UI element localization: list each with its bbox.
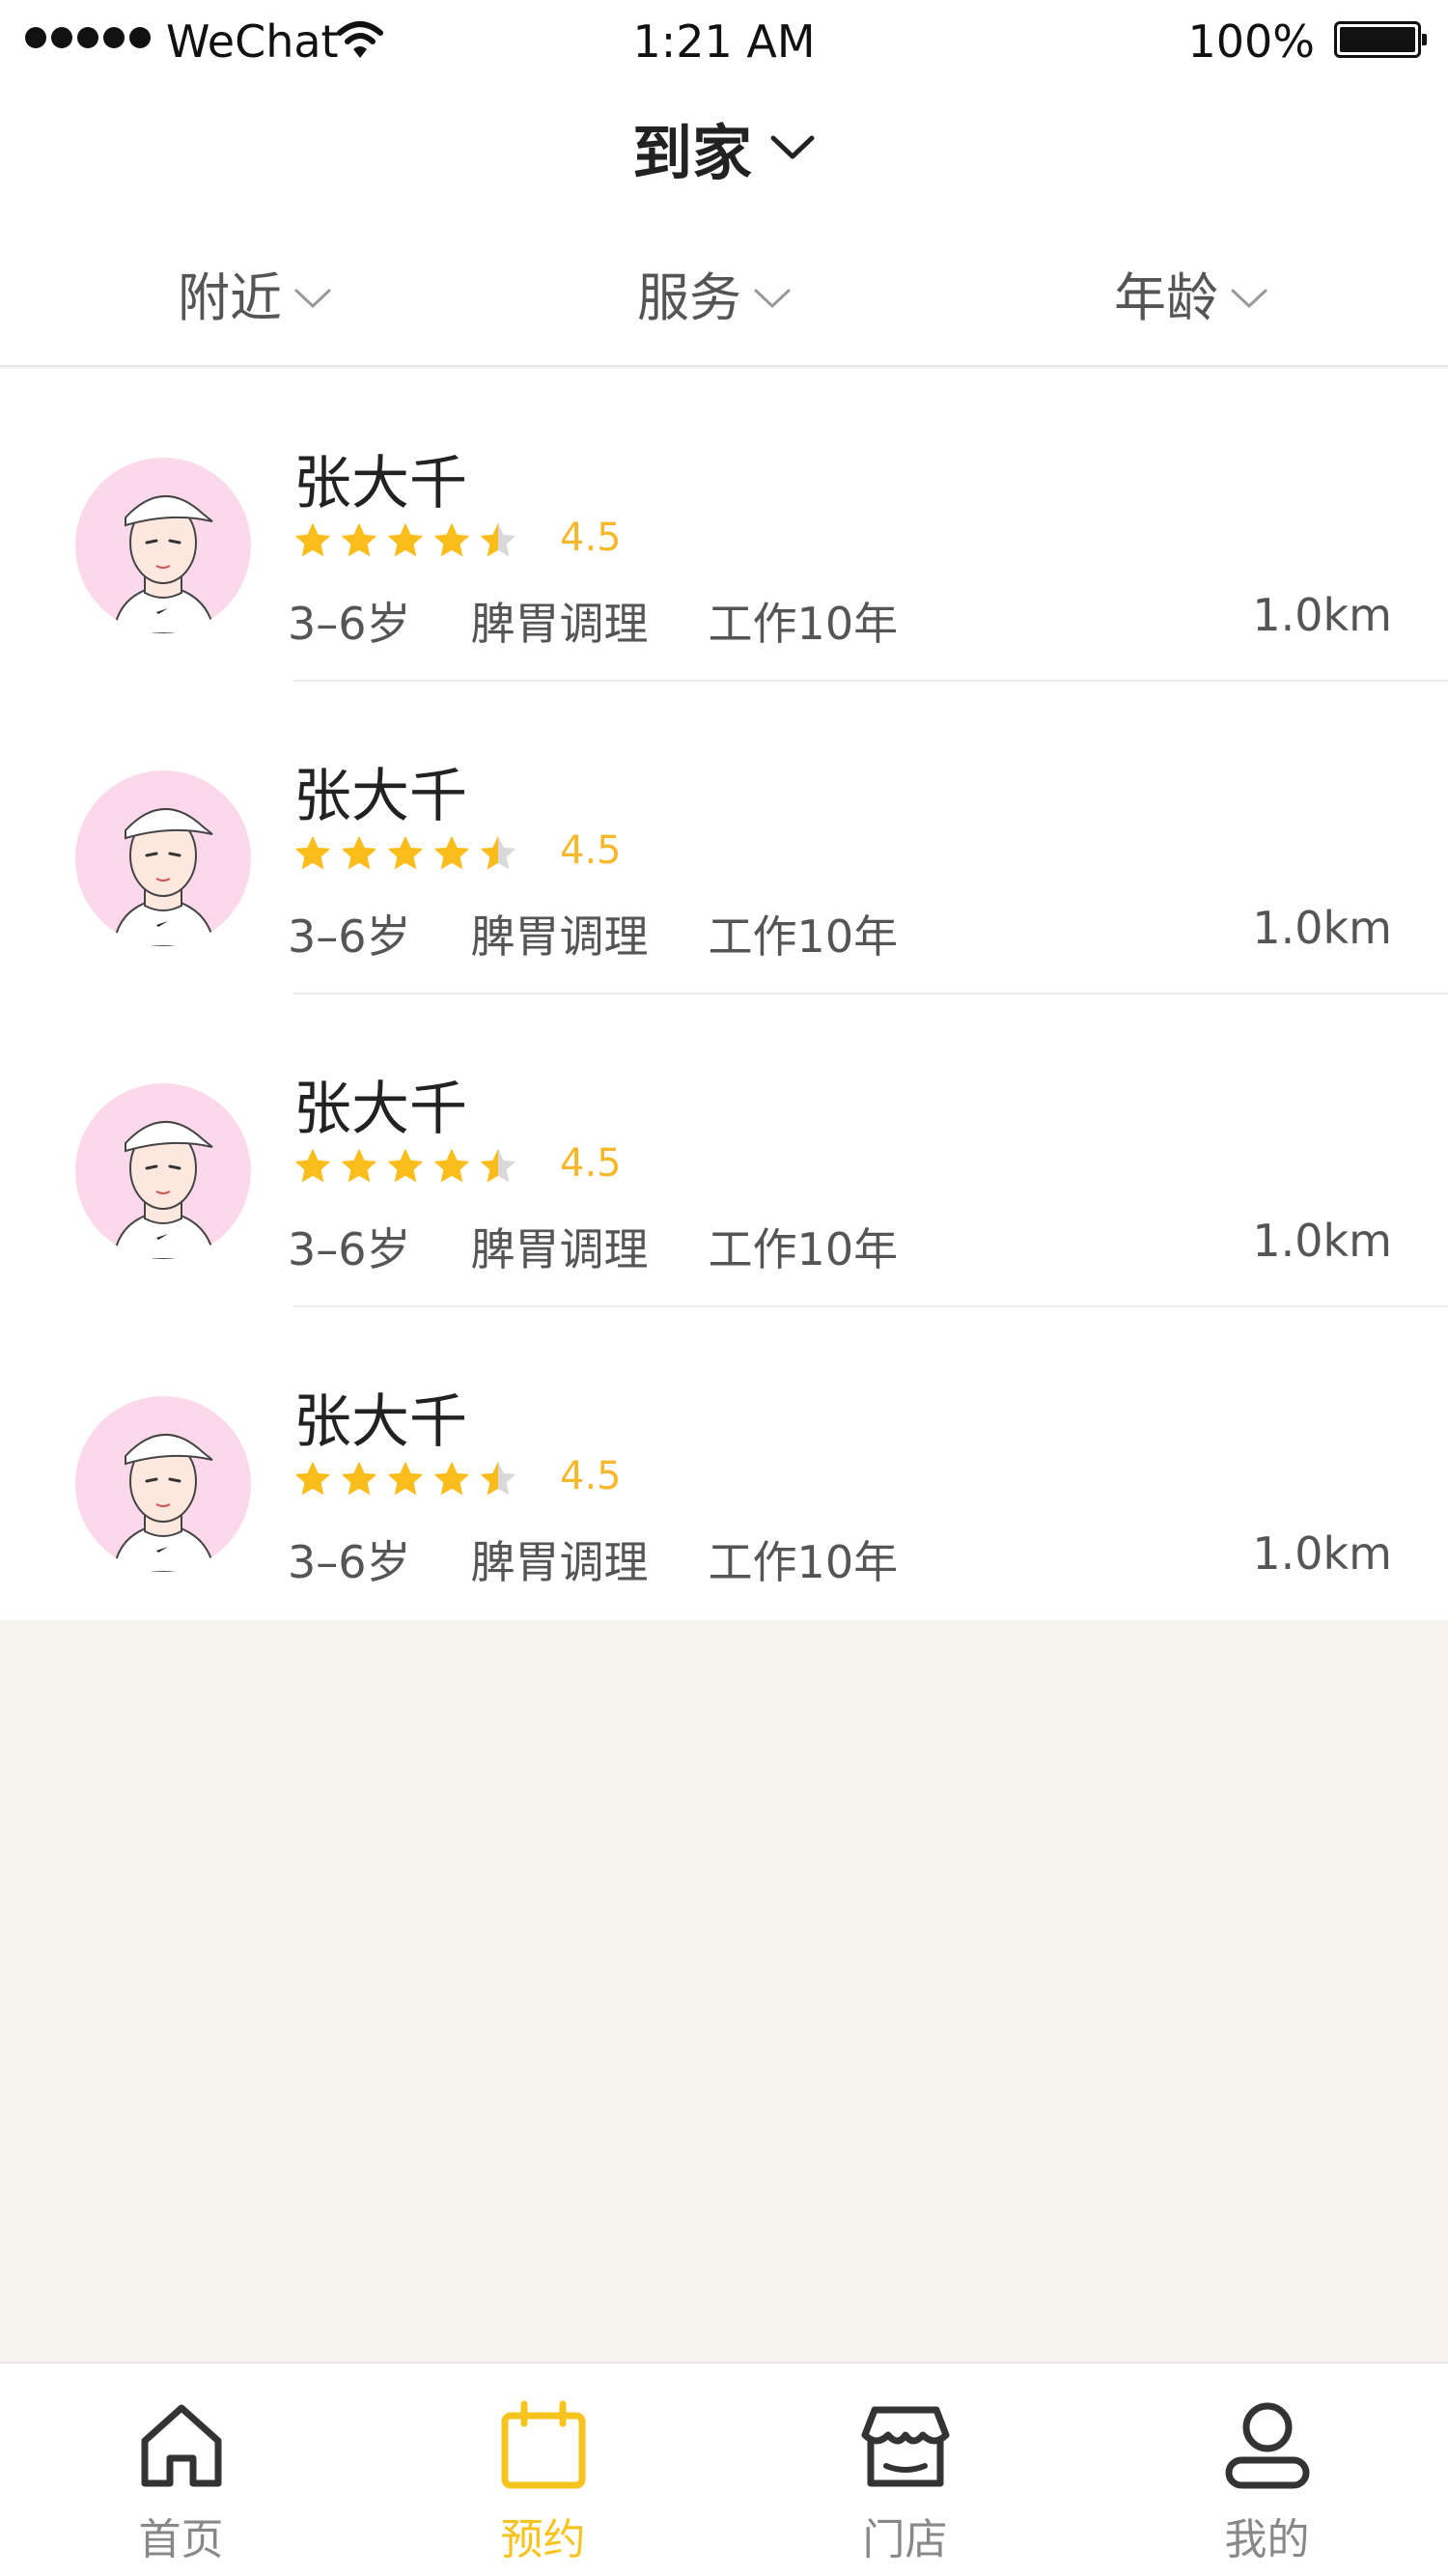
- chevron-down-icon: [1231, 289, 1267, 308]
- therapist-name: 张大千: [293, 763, 467, 830]
- calendar-icon: [501, 2400, 585, 2489]
- tab-label: 首页: [138, 2515, 224, 2564]
- work-experience: 工作10年: [708, 1223, 899, 1275]
- list-item[interactable]: 张大千 4.5 3–6岁 脾胃调理 工作10年 1.0km: [0, 682, 1448, 994]
- page-title: 到家: [631, 118, 752, 188]
- tab-label: 门店: [862, 2515, 948, 2564]
- star-rating: [292, 519, 519, 562]
- service-type: 脾胃调理: [470, 910, 649, 963]
- distance: 1.0km: [1252, 902, 1392, 954]
- star-icon: [387, 522, 424, 557]
- filter-nearby[interactable]: 附近: [178, 255, 332, 331]
- chevron-down-icon: [754, 289, 791, 308]
- rating-score: 4.5: [560, 828, 622, 873]
- star-icon: [433, 1461, 470, 1496]
- star-icon: [341, 1148, 377, 1183]
- star-icon: [294, 1148, 331, 1183]
- star-icon: [433, 522, 470, 557]
- chevron-down-icon: [294, 289, 331, 308]
- avatar-illustration: [112, 1120, 216, 1259]
- home-icon: [141, 2404, 221, 2487]
- star-icon: [387, 1148, 424, 1183]
- star-rating: [292, 1458, 519, 1500]
- star-rating: [292, 832, 519, 875]
- filter-label: 服务: [637, 267, 741, 328]
- therapist-meta: 3–6岁 脾胃调理 工作10年: [288, 902, 958, 966]
- filter-bar: 附近 服务 年龄: [0, 212, 1448, 367]
- work-experience: 工作10年: [708, 598, 899, 650]
- status-bar: WeChat 1:21 AM 100%: [0, 0, 1448, 87]
- filter-age[interactable]: 年龄: [1114, 255, 1268, 331]
- work-experience: 工作10年: [708, 910, 899, 963]
- star-icon: [433, 835, 470, 870]
- filter-label: 年龄: [1114, 267, 1218, 328]
- star-icon: [294, 835, 331, 870]
- service-type: 脾胃调理: [470, 598, 649, 650]
- tab-store[interactable]: 门店: [724, 2364, 1086, 2576]
- tab-home[interactable]: 首页: [0, 2364, 362, 2576]
- therapist-list: 张大千 4.5 3–6岁 脾胃调理 工作10年 1.0km 张大千 4.5 3–…: [0, 369, 1448, 1620]
- star-icon: [387, 835, 424, 870]
- user-icon: [1225, 2402, 1309, 2489]
- star-icon: [433, 1148, 470, 1183]
- list-item[interactable]: 张大千 4.5 3–6岁 脾胃调理 工作10年 1.0km: [0, 1307, 1448, 1620]
- filter-service[interactable]: 服务: [637, 255, 792, 331]
- star-rating: [292, 1145, 519, 1188]
- star-icon: [294, 1461, 331, 1496]
- work-experience: 工作10年: [708, 1536, 899, 1588]
- rating-score: 4.5: [560, 1141, 622, 1186]
- age-range: 3–6岁: [288, 1223, 411, 1275]
- distance: 1.0km: [1252, 589, 1392, 641]
- store-icon: [861, 2406, 949, 2487]
- avatar: [75, 1083, 251, 1259]
- avatar-illustration: [112, 494, 216, 633]
- therapist-name: 张大千: [293, 450, 467, 518]
- avatar: [75, 458, 251, 633]
- therapist-meta: 3–6岁 脾胃调理 工作10年: [288, 1215, 958, 1278]
- age-range: 3–6岁: [288, 598, 411, 650]
- age-range: 3–6岁: [288, 1536, 411, 1588]
- distance: 1.0km: [1252, 1215, 1392, 1267]
- list-item[interactable]: 张大千 4.5 3–6岁 脾胃调理 工作10年 1.0km: [0, 369, 1448, 682]
- distance: 1.0km: [1252, 1527, 1392, 1580]
- tab-profile[interactable]: 我的: [1086, 2364, 1448, 2576]
- half-star-icon: [480, 522, 516, 557]
- star-icon: [294, 522, 331, 557]
- rating-score: 4.5: [560, 1454, 622, 1498]
- battery-icon: [1334, 21, 1427, 58]
- star-icon: [341, 835, 377, 870]
- app-screen: WeChat 1:21 AM 100% 到家 附近 服务 年龄 张大千 4.5 …: [0, 0, 1448, 2576]
- tab-appointment[interactable]: 预约: [362, 2364, 724, 2576]
- avatar-illustration: [112, 807, 216, 946]
- list-item[interactable]: 张大千 4.5 3–6岁 脾胃调理 工作10年 1.0km: [0, 994, 1448, 1307]
- therapist-name: 张大千: [293, 1076, 467, 1143]
- therapist-meta: 3–6岁 脾胃调理 工作10年: [288, 1527, 958, 1591]
- avatar: [75, 770, 251, 946]
- service-type: 脾胃调理: [470, 1536, 649, 1588]
- therapist-meta: 3–6岁 脾胃调理 工作10年: [288, 589, 958, 653]
- chevron-down-icon: [770, 135, 815, 159]
- star-icon: [387, 1461, 424, 1496]
- age-range: 3–6岁: [288, 910, 411, 963]
- service-type: 脾胃调理: [470, 1223, 649, 1275]
- half-star-icon: [480, 1461, 516, 1496]
- therapist-name: 张大千: [293, 1388, 467, 1456]
- nav-bar: 到家: [0, 87, 1448, 212]
- avatar: [75, 1396, 251, 1572]
- avatar-illustration: [112, 1433, 216, 1572]
- half-star-icon: [480, 835, 516, 870]
- filter-label: 附近: [178, 267, 282, 328]
- star-icon: [341, 1461, 377, 1496]
- star-icon: [341, 522, 377, 557]
- half-star-icon: [480, 1148, 516, 1183]
- tab-label: 我的: [1224, 2515, 1310, 2564]
- service-mode-selector[interactable]: 到家: [0, 104, 1448, 191]
- bottom-tab-bar: 首页 预约 门店 我的: [0, 2362, 1448, 2576]
- rating-score: 4.5: [560, 516, 622, 560]
- tab-label: 预约: [500, 2515, 586, 2564]
- battery-percent: 100%: [1187, 15, 1315, 68]
